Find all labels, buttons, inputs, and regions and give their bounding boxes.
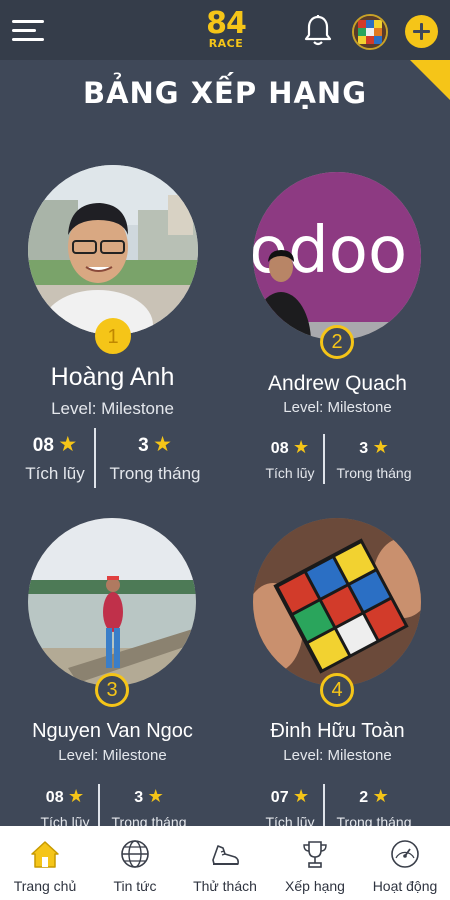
- month-stars-label: Trong tháng: [109, 464, 201, 483]
- stat-divider: [323, 434, 325, 484]
- app-logo[interactable]: 84 RACE: [203, 6, 249, 52]
- runner-level: Level: Milestone: [51, 399, 174, 418]
- total-stars-stat: 08 ★ Tích lũy: [16, 432, 94, 484]
- runner-level: Level: Milestone: [58, 747, 167, 764]
- star-icon: ★: [372, 786, 389, 806]
- runner-photo: [253, 518, 421, 686]
- star-icon: ★: [147, 786, 164, 806]
- logo-number: 84: [206, 6, 247, 41]
- nav-item-activity[interactable]: Hoạt động: [360, 826, 450, 900]
- globe-icon: [121, 840, 149, 868]
- star-icon: ★: [68, 786, 85, 806]
- runner-name: Andrew Quach: [268, 372, 407, 395]
- nav-label: Xếp hạng: [285, 878, 345, 894]
- bell-icon[interactable]: [303, 14, 333, 48]
- runner-level: Level: Milestone: [283, 399, 392, 416]
- total-stars-stat: 07 ★ Tích lũy: [255, 786, 325, 830]
- month-stars-value: 3: [359, 440, 369, 457]
- page-title: BẢNG XẾP HẠNG: [82, 76, 368, 110]
- total-stars-stat: 08 ★ Tích lũy: [255, 437, 325, 481]
- runner-photo: [28, 165, 198, 335]
- stat-divider: [323, 784, 325, 826]
- month-stars-stat: 3 ★ Trong tháng: [100, 432, 210, 484]
- runner-level: Level: Milestone: [283, 747, 392, 764]
- star-icon: ★: [58, 433, 78, 456]
- nav-label: Thử thách: [193, 878, 257, 894]
- nav-item-ranking[interactable]: Xếp hạng: [270, 826, 360, 900]
- total-stars-label: Tích lũy: [25, 464, 85, 483]
- top-app-bar: 84 RACE: [0, 0, 450, 60]
- nav-item-home[interactable]: Trang chủ: [0, 826, 90, 900]
- rank-badge: 4: [320, 673, 354, 707]
- total-stars-label: Tích lũy: [265, 465, 315, 481]
- rank-badge: 1: [95, 318, 131, 354]
- total-stars-value: 08: [45, 789, 64, 806]
- nav-item-challenge[interactable]: Thử thách: [180, 826, 270, 900]
- star-icon: ★: [372, 437, 389, 457]
- rank-badge: 2: [320, 325, 354, 359]
- month-stars-label: Trong tháng: [336, 465, 412, 481]
- total-stars-value: 07: [270, 789, 289, 806]
- total-stars-value: 08: [270, 440, 289, 457]
- runner-photo: odoo: [253, 172, 421, 340]
- stat-divider: [98, 784, 100, 826]
- plus-icon[interactable]: [405, 15, 438, 48]
- home-icon: [31, 841, 59, 868]
- rank-badge: 3: [95, 673, 129, 707]
- month-stars-stat: 2 ★ Trong tháng: [329, 786, 419, 830]
- speedometer-icon: [391, 840, 419, 868]
- user-avatar[interactable]: [352, 14, 388, 50]
- star-icon: ★: [293, 786, 310, 806]
- star-icon: ★: [153, 433, 172, 456]
- nav-label: Hoạt động: [372, 878, 438, 894]
- logo-word: RACE: [208, 37, 244, 50]
- nav-item-news[interactable]: Tin tức: [90, 826, 180, 900]
- total-stars-value: 08: [32, 435, 54, 456]
- runner-name: Hoàng Anh: [50, 363, 175, 391]
- runner-photo: [28, 518, 196, 686]
- month-stars-stat: 3 ★ Trong tháng: [329, 437, 419, 481]
- month-stars-stat: 3 ★ Trong tháng: [104, 786, 194, 830]
- stat-divider: [94, 428, 96, 488]
- star-icon: ★: [293, 437, 310, 457]
- month-stars-value: 3: [134, 789, 144, 806]
- month-stars-value: 3: [138, 435, 149, 456]
- runner-name: Đinh Hữu Toàn: [270, 720, 405, 742]
- hamburger-menu-icon[interactable]: [12, 18, 44, 44]
- nav-label: Tin tức: [113, 878, 157, 894]
- nav-label: Trang chủ: [13, 878, 77, 894]
- total-stars-stat: 08 ★ Tích lũy: [30, 786, 100, 830]
- bottom-navigation: Trang chủ Tin tức Thử thách Xếp hạng Hoạ…: [0, 826, 450, 900]
- runner-name: Nguyen Van Ngoc: [32, 720, 193, 742]
- month-stars-value: 2: [359, 789, 369, 806]
- running-shoe-icon: [212, 845, 239, 865]
- trophy-icon: [303, 841, 327, 868]
